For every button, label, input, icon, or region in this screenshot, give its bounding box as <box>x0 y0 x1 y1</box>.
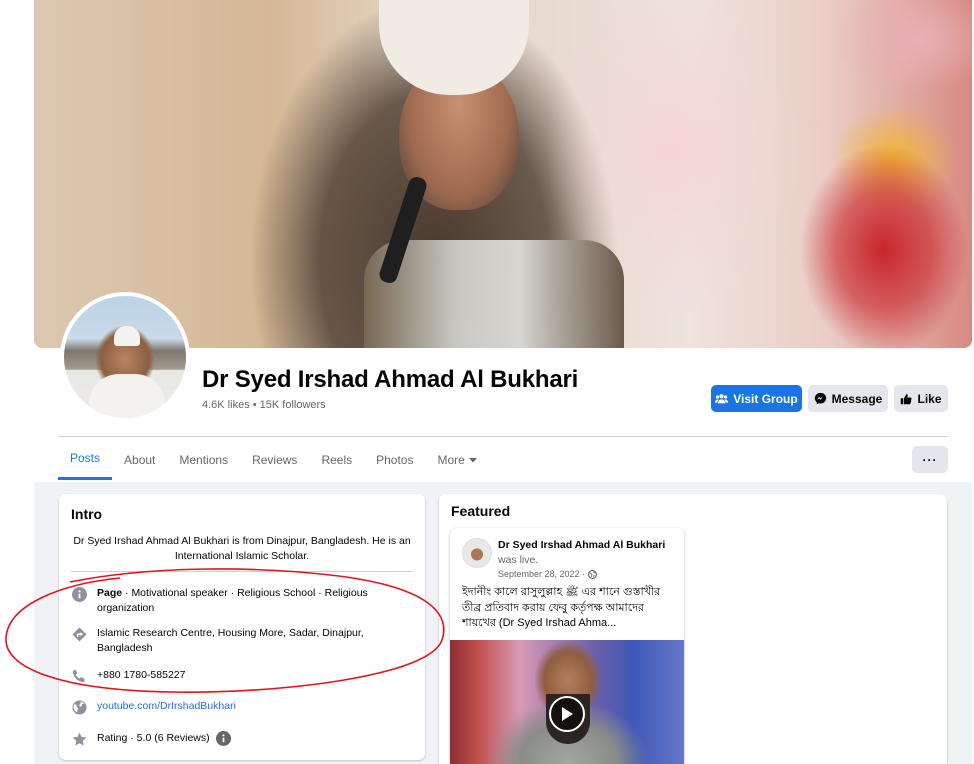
post-status: was live. <box>498 554 539 566</box>
phone-icon <box>71 668 87 684</box>
visit-group-button[interactable]: Visit Group <box>711 385 802 412</box>
post-video-thumbnail[interactable] <box>450 640 684 764</box>
page-categories: · Motivational speaker · Religious Schoo… <box>97 587 368 614</box>
post-date-row: September 28, 2022 · <box>498 569 598 579</box>
post-author-avatar[interactable] <box>462 538 492 568</box>
visit-group-label: Visit Group <box>733 391 798 406</box>
post-text: ইদানীং কালে রাসুলুল্লাহ ﷺ এর শানে গুস্তা… <box>462 586 661 629</box>
caret-down-icon <box>468 458 477 463</box>
intro-separator <box>71 571 413 572</box>
star-icon <box>71 731 87 747</box>
header-divider <box>58 436 948 437</box>
page-stats[interactable]: 4.6K likes • 15K followers <box>202 399 326 411</box>
tab-reels[interactable]: Reels <box>309 440 364 480</box>
website-link[interactable]: youtube.com/DrIrshadBukhari <box>97 699 397 714</box>
info-row-phone[interactable]: +880 1780-585227 <box>71 668 397 684</box>
tab-more-label: More <box>437 453 465 467</box>
rating-info-icon[interactable] <box>215 731 231 746</box>
featured-post[interactable]: Dr Syed Irshad Ahmad Al Bukhari was live… <box>450 528 684 764</box>
address-text: Islamic Research Centre, Housing More, S… <box>97 627 364 654</box>
avatar-body <box>89 374 165 418</box>
featured-title: Featured <box>451 503 511 519</box>
play-icon[interactable] <box>549 696 585 732</box>
page-tabs: Posts About Mentions Reviews Reels Photo… <box>58 440 489 480</box>
info-row-website[interactable]: youtube.com/DrIrshadBukhari <box>71 699 397 715</box>
more-options-button[interactable]: ··· <box>912 446 948 473</box>
cover-turban <box>379 0 529 95</box>
rating-text: Rating · 5.0 (6 Reviews) <box>97 732 210 744</box>
page-category-text: Page · Motivational speaker · Religious … <box>97 586 397 616</box>
info-icon <box>71 586 87 602</box>
avatar-cap <box>114 326 140 346</box>
info-row-rating[interactable]: Rating · 5.0 (6 Reviews) <box>71 731 231 747</box>
public-globe-icon <box>588 569 598 579</box>
message-label: Message <box>831 391 883 406</box>
directions-icon <box>71 626 87 642</box>
post-date[interactable]: September 28, 2022 · <box>498 569 585 579</box>
message-button[interactable]: Message <box>808 385 888 412</box>
intro-card: Intro Dr Syed Irshad Ahmad Al Bukhari is… <box>59 494 425 760</box>
intro-bio: Dr Syed Irshad Ahmad Al Bukhari is from … <box>73 535 411 562</box>
tab-photos[interactable]: Photos <box>364 440 425 480</box>
like-label: Like <box>917 391 942 406</box>
globe-icon <box>71 699 87 715</box>
tab-more[interactable]: More <box>425 440 488 480</box>
intro-title: Intro <box>71 506 103 522</box>
like-button[interactable]: Like <box>894 385 948 412</box>
phone-text: +880 1780-585227 <box>97 669 186 681</box>
info-row-page: Page · Motivational speaker · Religious … <box>71 586 397 616</box>
tab-about[interactable]: About <box>112 440 167 480</box>
page-title: Dr Syed Irshad Ahmad Al Bukhari <box>202 366 579 393</box>
tab-posts[interactable]: Posts <box>58 440 113 480</box>
post-author[interactable]: Dr Syed Irshad Ahmad Al Bukhari <box>498 539 665 551</box>
tab-reviews[interactable]: Reviews <box>240 440 309 480</box>
messenger-icon <box>814 392 826 405</box>
profile-avatar[interactable] <box>60 292 190 422</box>
group-icon <box>715 394 729 404</box>
info-row-address[interactable]: Islamic Research Centre, Housing More, S… <box>71 626 397 656</box>
tab-mentions[interactable]: Mentions <box>167 440 240 480</box>
thumbs-up-icon <box>901 393 912 404</box>
cover-photo[interactable] <box>34 0 972 348</box>
page-label: Page <box>97 587 123 599</box>
